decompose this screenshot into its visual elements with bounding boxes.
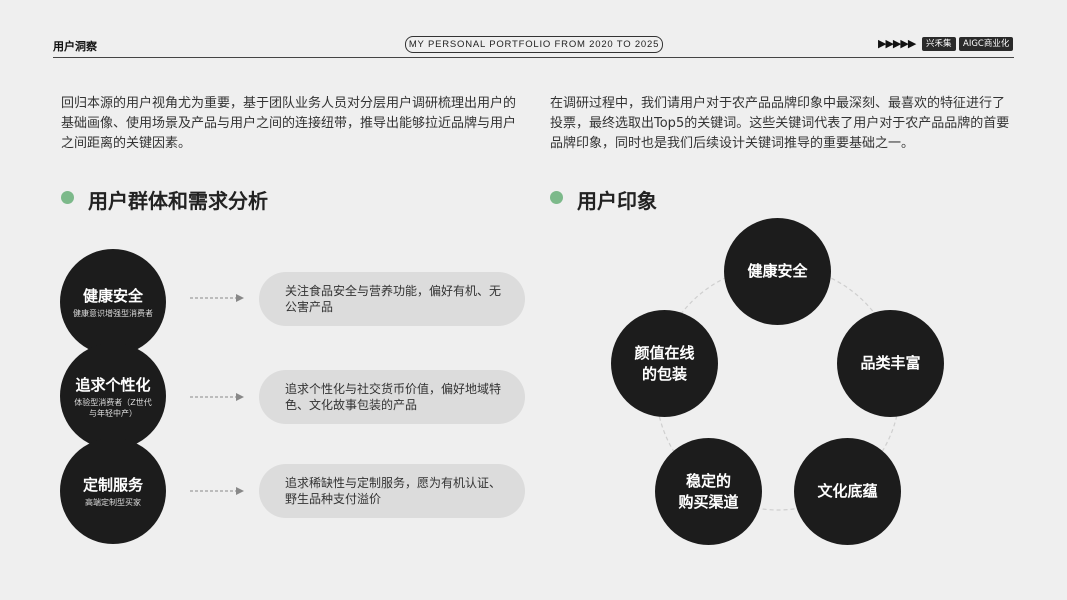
need-circle-custom: 定制服务 高端定制型买家 (60, 438, 166, 544)
impression-circle-bottom-left: 稳定的 购买渠道 (655, 438, 762, 545)
portfolio-badge: MY PERSONAL PORTFOLIO FROM 2020 TO 2025 (405, 36, 663, 53)
need-subtitle: 高端定制型买家 (85, 498, 141, 507)
impression-label: 稳定的 购买渠道 (678, 471, 739, 511)
need-description-text: 追求稀缺性与定制服务，愿为有机认证、野生品种支付溢价 (285, 476, 502, 506)
dashed-arrow-icon (190, 393, 244, 401)
brand-tag: 兴禾集 (922, 37, 956, 51)
page-title: 用户洞察 (53, 40, 97, 53)
need-circle-personalization: 追求个性化 体验型消费者（Z世代与年轻中产） (60, 343, 166, 449)
need-description-text: 追求个性化与社交货币价值，偏好地域特色、文化故事包装的产品 (285, 382, 502, 412)
needs-section-title: 用户群体和需求分析 (61, 185, 268, 214)
impression-label: 文化底蕴 (817, 482, 878, 500)
category-tag: AIGC商业化 (959, 37, 1014, 51)
need-description-personalization: 追求个性化与社交货币价值，偏好地域特色、文化故事包装的产品 (259, 370, 525, 424)
impression-label: 健康安全 (747, 262, 808, 280)
need-description-text: 关注食品安全与营养功能，偏好有机、无公害产品 (285, 284, 502, 314)
impression-circle-bottom-right: 文化底蕴 (794, 438, 901, 545)
need-subtitle: 体验型消费者（Z世代与年轻中产） (74, 397, 152, 418)
impression-circle-right: 品类丰富 (837, 310, 944, 417)
need-title: 定制服务 (82, 476, 143, 494)
need-circle-health: 健康安全 健康意识增强型消费者 (60, 249, 166, 355)
need-description-health: 关注食品安全与营养功能，偏好有机、无公害产品 (259, 272, 525, 326)
impression-label: 颜值在线 的包装 (634, 343, 695, 383)
bullet-dot-icon (61, 191, 74, 204)
intro-paragraph-right: 在调研过程中，我们请用户对于农产品品牌印象中最深刻、最喜欢的特征进行了投票，最终… (550, 96, 1010, 151)
impression-circle-left: 颜值在线 的包装 (611, 310, 718, 417)
need-title: 追求个性化 (75, 375, 151, 394)
intro-paragraph-left: 回归本源的用户视角尤为重要，基于团队业务人员对分层用户调研梳理出用户的基础画像、… (61, 96, 517, 151)
need-title: 健康安全 (82, 287, 143, 305)
impression-label: 品类丰富 (860, 354, 921, 372)
bullet-dot-icon (550, 191, 563, 204)
dashed-arrow-icon (190, 487, 244, 495)
header-divider (53, 57, 1014, 58)
impression-section-title: 用户印象 (550, 185, 657, 214)
arrows-icon: ▶▶▶▶▶ (878, 37, 916, 50)
need-description-custom: 追求稀缺性与定制服务，愿为有机认证、野生品种支付溢价 (259, 464, 525, 518)
dashed-arrow-icon (190, 294, 244, 302)
needs-section-title-text: 用户群体和需求分析 (88, 189, 268, 213)
impression-circle-top: 健康安全 (724, 218, 831, 325)
need-subtitle: 健康意识增强型消费者 (73, 309, 153, 318)
impression-section-title-text: 用户印象 (577, 189, 657, 213)
